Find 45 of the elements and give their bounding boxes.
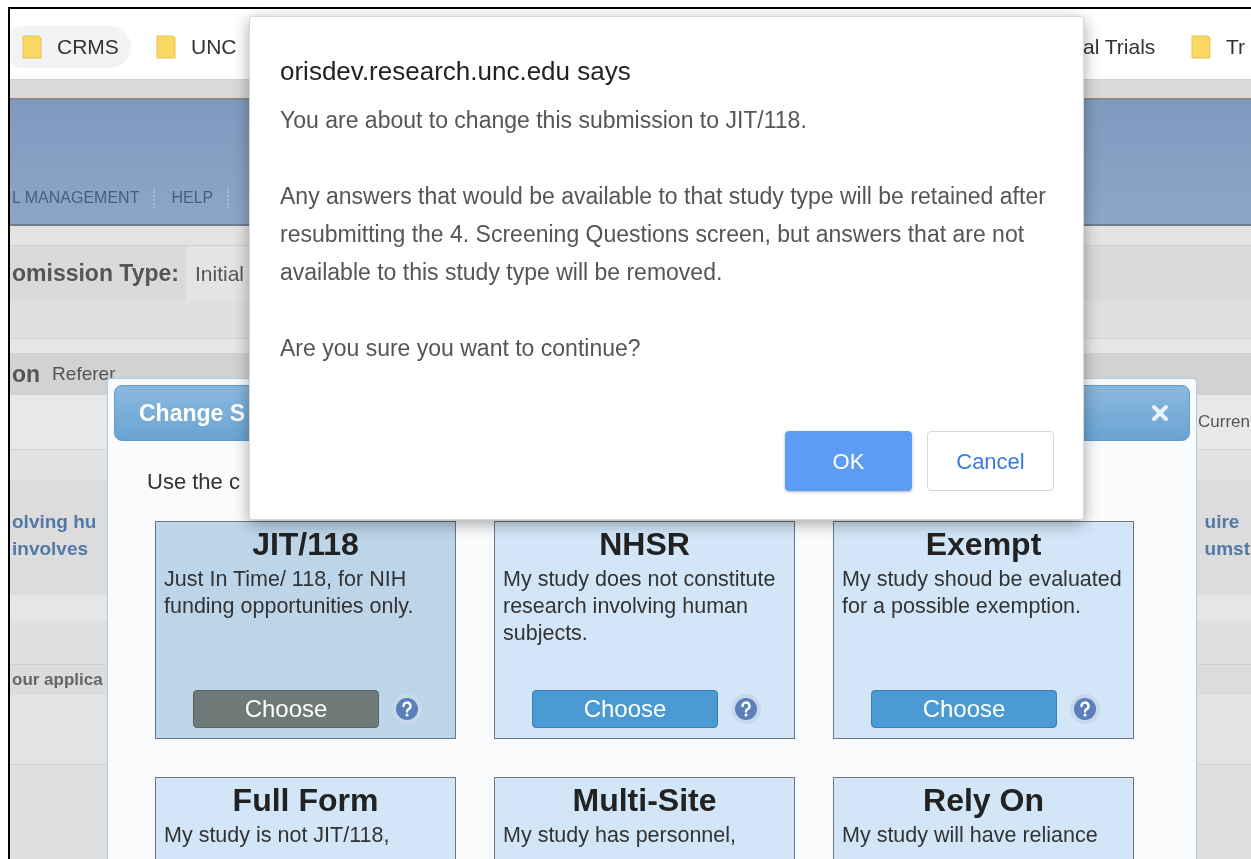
option-description: My study is not JIT/118,: [164, 822, 391, 849]
choose-button[interactable]: Choose: [532, 690, 718, 728]
choose-button[interactable]: Choose: [871, 690, 1057, 728]
help-icon[interactable]: [730, 693, 762, 725]
column-header: Curren: [1198, 411, 1250, 434]
question-text: our applica: [12, 669, 103, 692]
option-description: My study shoud be evaluated for a possible exemption.: [842, 566, 1123, 620]
modal-title: Change S: [139, 398, 246, 428]
choose-button[interactable]: Choose: [193, 690, 379, 728]
option-title: Multi-Site: [571, 781, 718, 820]
option-title: Full Form: [231, 781, 380, 820]
option-description: My study does not constitute research involving human subjects.: [503, 566, 777, 647]
field-label: omission Type:: [12, 259, 179, 289]
folder-icon: [21, 34, 43, 60]
option-description: My study will have reliance: [842, 822, 1099, 849]
folder-icon: [155, 34, 177, 60]
field-value: Initial: [195, 260, 245, 287]
help-icon[interactable]: [1069, 693, 1101, 725]
option-description: Just In Time/ 118, for NIH funding opportunities only.: [164, 566, 415, 620]
folder-icon: [1190, 34, 1212, 60]
link-text[interactable]: olving hu: [12, 508, 97, 535]
alert-title: orisdev.research.unc.edu says: [280, 55, 632, 87]
bookmark-item[interactable]: UNC: [137, 26, 249, 68]
close-icon[interactable]: [1151, 404, 1169, 422]
link-text[interactable]: uire: [1204, 508, 1250, 535]
help-icon[interactable]: [391, 693, 423, 725]
option-title: Exempt: [924, 525, 1043, 564]
link-text[interactable]: umst: [1204, 535, 1250, 562]
modal-instruction: Use the c: [147, 469, 240, 494]
alert-message: Are you sure you want to continue?: [280, 334, 642, 363]
bookmark-item[interactable]: Tr: [1172, 26, 1251, 68]
option-title: JIT/118: [251, 525, 360, 564]
cancel-button[interactable]: Cancel: [927, 431, 1054, 491]
ok-button[interactable]: OK: [785, 431, 912, 491]
reference-label: Referer: [52, 361, 116, 386]
link-text[interactable]: involves: [12, 535, 97, 562]
option-title: NHSR: [598, 525, 691, 564]
bookmark-item[interactable]: CRMS: [10, 26, 131, 68]
option-title: Rely On: [922, 781, 1045, 820]
option-description: My study has personnel,: [503, 822, 738, 849]
nav-link[interactable]: L MANAGEMENT: [12, 186, 140, 210]
section-title: on: [12, 359, 41, 389]
nav-link[interactable]: HELP: [171, 186, 214, 210]
alert-message: You are about to change this submission to JIT/118.: [280, 106, 808, 135]
alert-message: Any answers that would be available to that study type will be retained after resubmitting the 4. Screening Questions screen, but answers that are not available to this study type will be removed.: [280, 182, 1047, 287]
